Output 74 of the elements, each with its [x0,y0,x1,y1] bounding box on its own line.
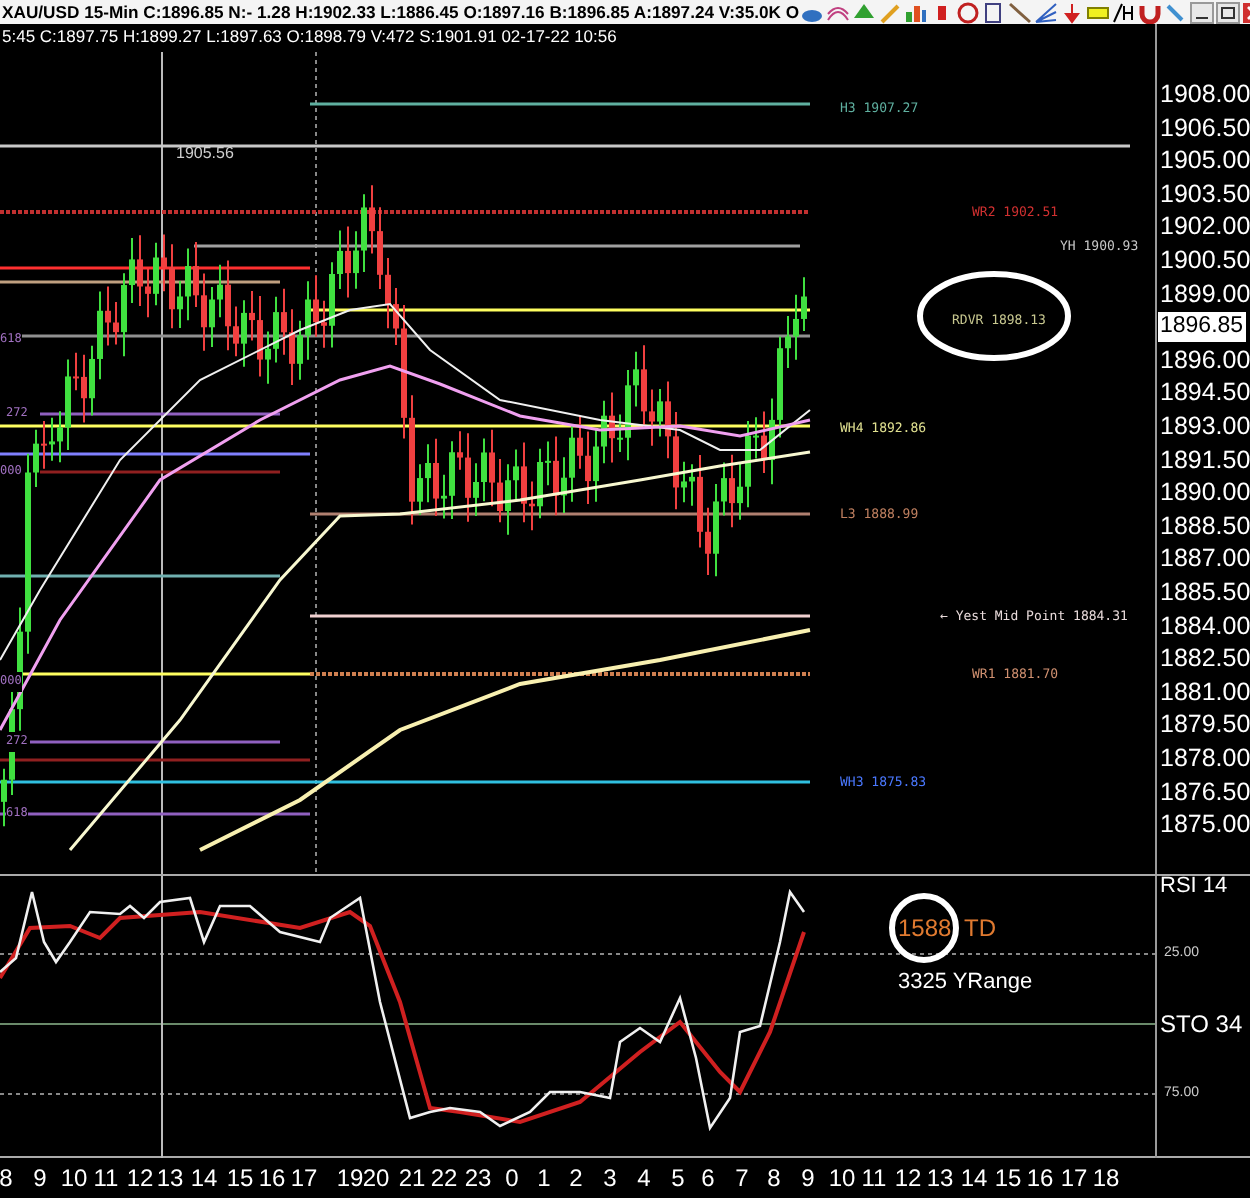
min-icon[interactable] [1189,1,1214,23]
yrange-text: 3325 YRange [898,970,1033,994]
high-price-label: 1905.56 [176,144,234,162]
time-axis-label: 18 [1092,1164,1120,1192]
time-axis-label: 16 [258,1164,286,1192]
time-axis-label: 7 [735,1164,749,1192]
price-axis-label: 1908.00 [1160,78,1250,110]
magnet-icon[interactable] [1137,1,1162,23]
bar-info-text: 5:45 C:1897.75 H:1899.27 L:1897.63 O:1898.79 V:472 S:1901.91 02-17-22 10:56 [2,26,617,46]
rsi-label: RSI 14 [1160,874,1228,898]
time-axis-label: 5 [671,1164,685,1192]
current-price-tag: 1896.85 [1158,312,1246,342]
price-axis-label: 1906.50 [1160,111,1250,144]
rect-icon[interactable] [1085,1,1110,23]
time-axis-label: 11 [93,1164,119,1192]
wave-icon[interactable] [825,1,850,23]
price-axis-label: 1879.50 [1160,708,1250,741]
price-axis-label: 1882.50 [1160,642,1250,675]
price-axis-label: 1900.50 [1160,244,1250,276]
time-axis-label: 15 [994,1164,1022,1192]
price-axis-label: 1881.00 [1160,675,1250,708]
time-axis-label: 12 [126,1164,154,1192]
time-axis-label: 3 [603,1164,617,1192]
time-axis-label: 10 [60,1164,88,1192]
time-axis-label: 12 [894,1164,922,1192]
td-value: 1588 [898,914,952,942]
time-axis-label: 17 [1060,1164,1088,1192]
time-axis-label: 10 [828,1164,856,1192]
max-icon[interactable] [1215,1,1240,23]
time-axis-label: 11 [861,1164,887,1192]
time-axis-label: 20 [362,1164,390,1192]
price-axis-label: 1878.00 [1160,742,1250,774]
time-axis-label: 2 [569,1164,583,1192]
time-axis-label: 6 [701,1164,715,1192]
time-axis-label: 21 [398,1164,426,1192]
price-axis-label: 1891.50 [1160,443,1250,476]
price-axis-label: 1902.00 [1160,210,1250,243]
time-axis-label: 8 [0,1164,13,1192]
price-axis-label: 1896.00 [1160,343,1250,376]
quote-text: XAU/USD 15-Min C:1896.85 N:- 1.28 H:1902.33 L:1886.45 O:1897.16 B:1896.85 A:1897.24 V:35.0K O [0,2,800,22]
price-axis-label: 1884.00 [1160,609,1250,642]
time-axis-label: 16 [1026,1164,1054,1192]
time-axis-label: 13 [926,1164,954,1192]
price-axis-label: 1887.00 [1160,542,1250,575]
time-axis-label: 0 [505,1164,519,1192]
time-axis-label: 13 [156,1164,184,1192]
price-axis-label: 1875.00 [1160,808,1250,841]
price-axis-label: 1876.50 [1160,775,1250,808]
highlight-circle [889,893,959,963]
time-axis-label: 9 [801,1164,815,1192]
price-axis-label: 1888.50 [1160,509,1250,542]
price-axis-label: 1894.50 [1160,376,1250,409]
time-axis-label: 17 [290,1164,318,1192]
time-axis-label: 9 [33,1164,47,1192]
time-axis-label: 22 [430,1164,458,1192]
price-axis-label: 1903.50 [1160,177,1250,210]
time-axis-label: 4 [637,1164,651,1192]
arrow-icon[interactable] [1059,1,1084,23]
td-label: TD [964,914,996,942]
price-axis-label: 1890.00 [1160,476,1250,509]
price-axis-label: 1905.00 [1160,144,1250,177]
time-axis-label: 19 [336,1164,364,1192]
time-axis-label: 8 [767,1164,781,1192]
line-icon[interactable] [1007,1,1032,23]
sto-label: STO 34 [1160,1010,1243,1038]
time-axis-label: 14 [960,1164,988,1192]
time-axis-label: 15 [226,1164,254,1192]
price-axis-label: 1899.00 [1160,277,1250,310]
price-axis-label: 1885.50 [1160,576,1250,608]
time-axis-label: 1 [537,1164,551,1192]
time-axis-label: 14 [190,1164,218,1192]
bars-icon[interactable] [903,1,928,23]
price-axis-label: 1893.00 [1160,410,1250,442]
time-axis-label: 23 [464,1164,492,1192]
